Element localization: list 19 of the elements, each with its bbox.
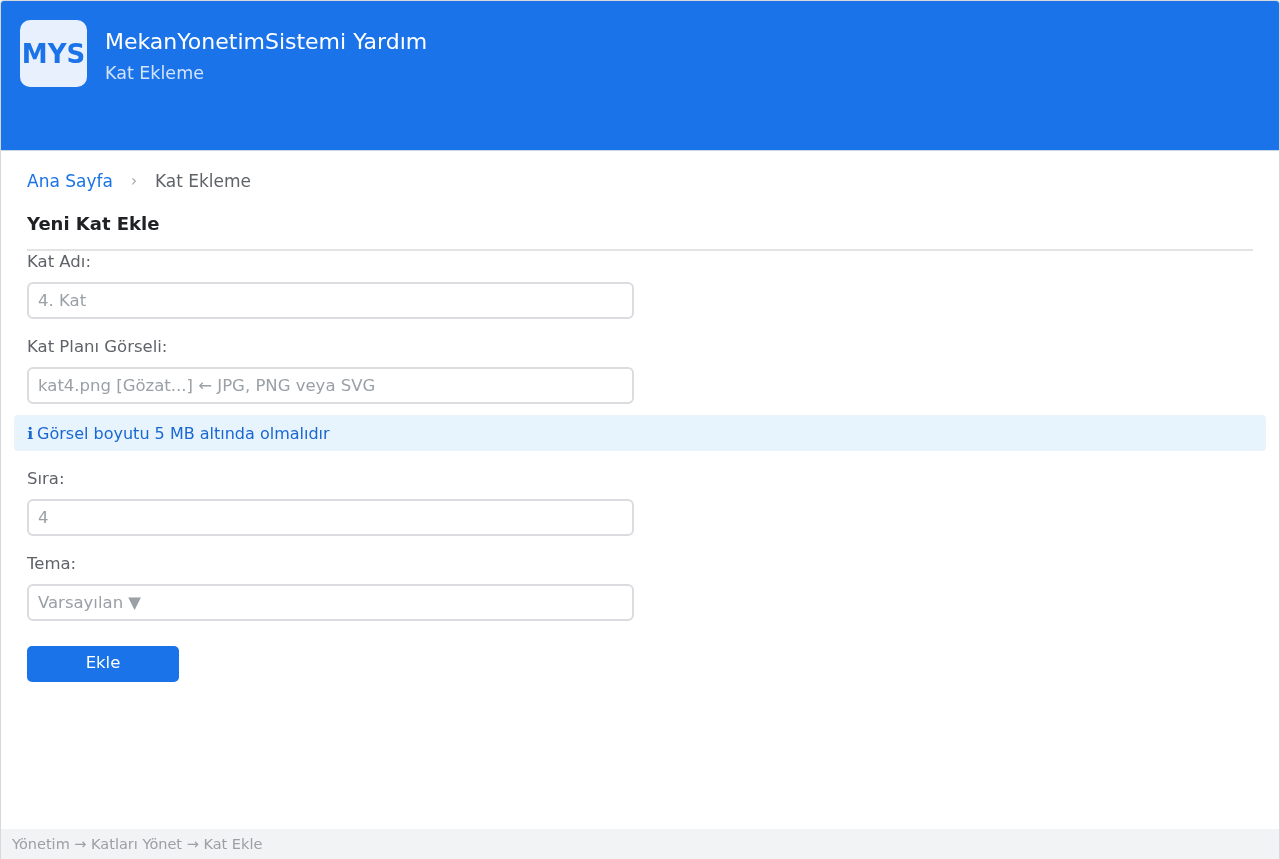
status-path: Yönetim → Katları Yönet → Kat Ekle	[12, 836, 263, 852]
text-field[interactable]: 4	[27, 499, 634, 536]
dropdown-field[interactable]: Varsayılan ▼	[27, 584, 634, 621]
page-subtitle: Kat Ekleme	[105, 62, 204, 84]
app-title: MekanYonetimSistemi Yardım	[105, 28, 428, 56]
breadcrumb-current: Kat Ekleme	[154, 171, 252, 191]
field-label: Sıra:	[27, 469, 65, 489]
breadcrumb-separator: ›	[130, 171, 137, 191]
notice-text: Görsel boyutu 5 MB altında olmalıdır	[37, 423, 330, 443]
form-heading: Yeni Kat Ekle	[27, 213, 160, 235]
logo-tile: MYS	[20, 20, 87, 87]
info-icon: ℹ	[27, 423, 34, 443]
field-label: Kat Adı:	[27, 252, 91, 272]
field-label: Tema:	[27, 554, 77, 574]
add-button[interactable]: Ekle	[27, 646, 179, 682]
text-field[interactable]: 4. Kat	[27, 282, 634, 319]
breadcrumb-link[interactable]: Ana Sayfa	[27, 171, 113, 191]
file-field[interactable]: kat4.png [Gözat...] ← JPG, PNG veya SVG	[27, 367, 634, 404]
field-label: Kat Planı Görseli:	[27, 337, 168, 357]
